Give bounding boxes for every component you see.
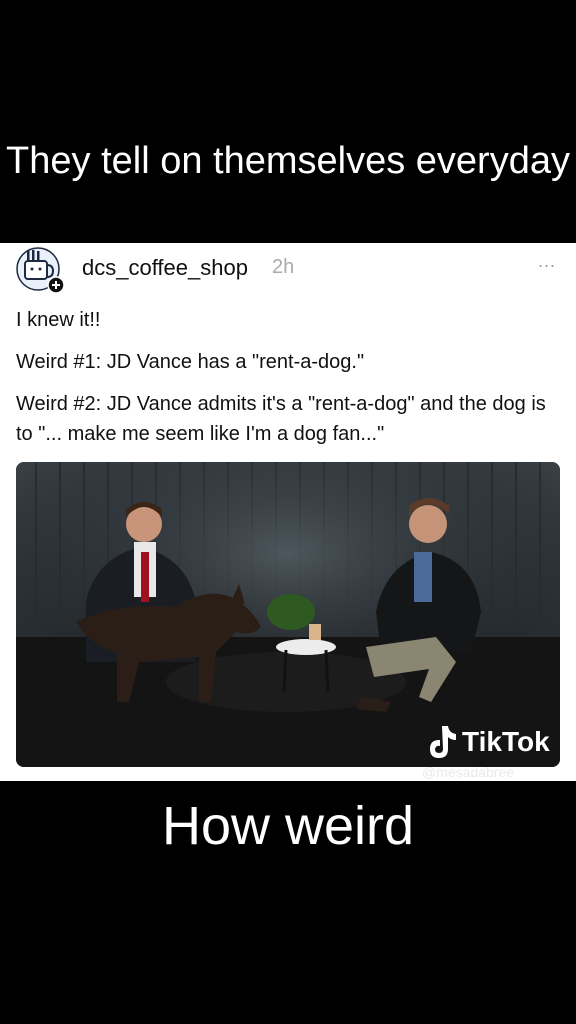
more-options-icon[interactable]: ... xyxy=(538,251,556,272)
tiktok-wordmark: TikTok xyxy=(462,726,550,757)
tiktok-watermark: TikTok xyxy=(424,722,564,762)
coffee-avatar-icon xyxy=(16,247,65,294)
post-card: dcs_coffee_shop 2h ... I knew it!! Weird… xyxy=(0,243,576,781)
avatar[interactable] xyxy=(16,247,65,295)
creator-handle: @mesadabree xyxy=(422,764,515,780)
bottom-caption: How weird xyxy=(161,796,415,856)
post-line: I knew it!! xyxy=(16,309,101,331)
post-body: I knew it!! Weird #1: JD Vance has a "re… xyxy=(16,305,562,461)
post-line: Weird #1: JD Vance has a "rent-a-dog." xyxy=(16,351,365,373)
username[interactable]: dcs_coffee_shop xyxy=(82,255,248,281)
post-line: Weird #2: JD Vance admits it's a "rent-a… xyxy=(16,393,546,445)
tiktok-logo-icon xyxy=(430,726,456,758)
post-timestamp: 2h xyxy=(272,256,295,278)
top-caption: They tell on themselves everyday xyxy=(6,140,570,182)
